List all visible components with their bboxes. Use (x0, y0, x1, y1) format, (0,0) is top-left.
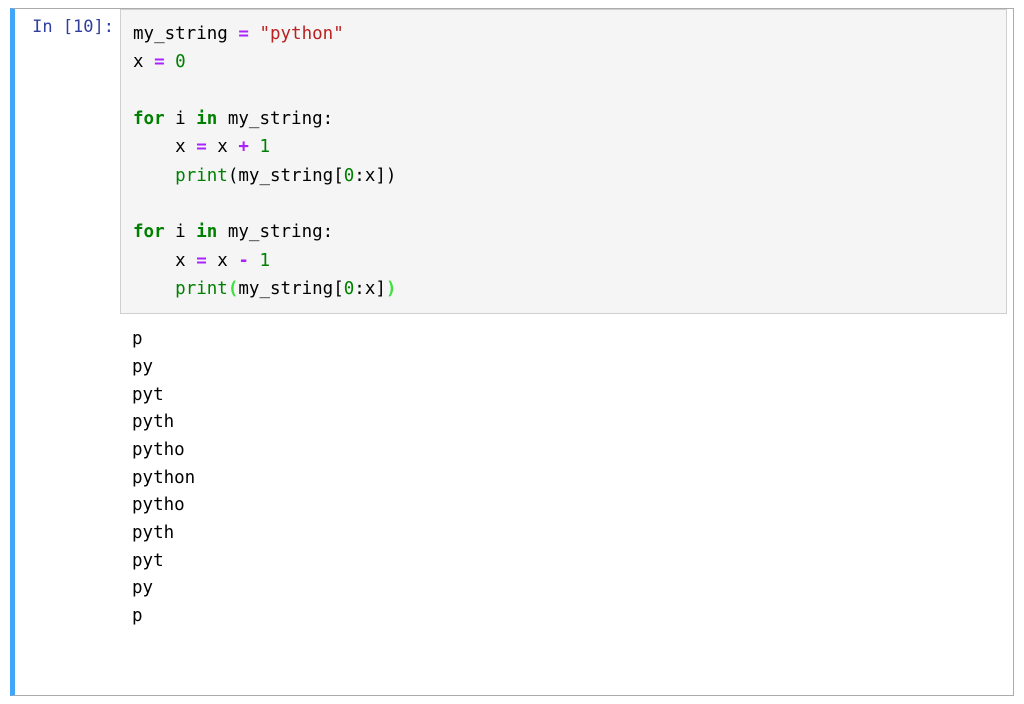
code-token: "python" (249, 24, 344, 44)
code-token (249, 251, 260, 271)
code-token: x (207, 251, 239, 271)
code-token: 1 (259, 251, 270, 271)
code-token: ) (386, 279, 397, 299)
code-token: print (175, 166, 228, 186)
code-token: :x] (354, 279, 386, 299)
code-token: 0 (344, 279, 355, 299)
code-token: + (238, 137, 249, 157)
code-token: my_string: (217, 222, 333, 242)
code-token: ( (228, 279, 239, 299)
code-token: in (196, 109, 217, 129)
notebook: In [10]: my_string = "python" x = 0 for … (0, 0, 1024, 704)
code-token: 0 (165, 52, 186, 72)
code-cell[interactable]: In [10]: my_string = "python" x = 0 for … (10, 8, 1014, 696)
code-token: print (175, 279, 228, 299)
output-area: p py pyt pyth pytho python pytho pyth py… (120, 314, 1013, 630)
code-token (133, 166, 175, 186)
code-token: for (133, 222, 165, 242)
code-token: x (207, 137, 239, 157)
code-token (133, 279, 175, 299)
code-token: my_string: (217, 109, 333, 129)
code-token: = (196, 137, 207, 157)
code-token: in (196, 222, 217, 242)
code-token: for (133, 109, 165, 129)
code-token: x (133, 251, 196, 271)
prompt-column: In [10]: (15, 9, 120, 695)
code-input[interactable]: my_string = "python" x = 0 for i in my_s… (120, 9, 1007, 314)
code-token: = (196, 251, 207, 271)
code-token: x (133, 52, 154, 72)
input-prompt: In [10]: (32, 17, 114, 37)
code-token: my_string[ (238, 279, 343, 299)
code-token: :x]) (354, 166, 396, 186)
code-token: 0 (344, 166, 355, 186)
code-token: = (238, 24, 249, 44)
code-token: 1 (259, 137, 270, 157)
code-token: (my_string[ (228, 166, 344, 186)
code-token: i (165, 222, 197, 242)
cell-content: my_string = "python" x = 0 for i in my_s… (120, 9, 1013, 695)
code-token: x (133, 137, 196, 157)
code-token (249, 137, 260, 157)
code-token: i (165, 109, 197, 129)
code-token: = (154, 52, 165, 72)
code-token: - (238, 251, 249, 271)
code-token: my_string (133, 24, 238, 44)
